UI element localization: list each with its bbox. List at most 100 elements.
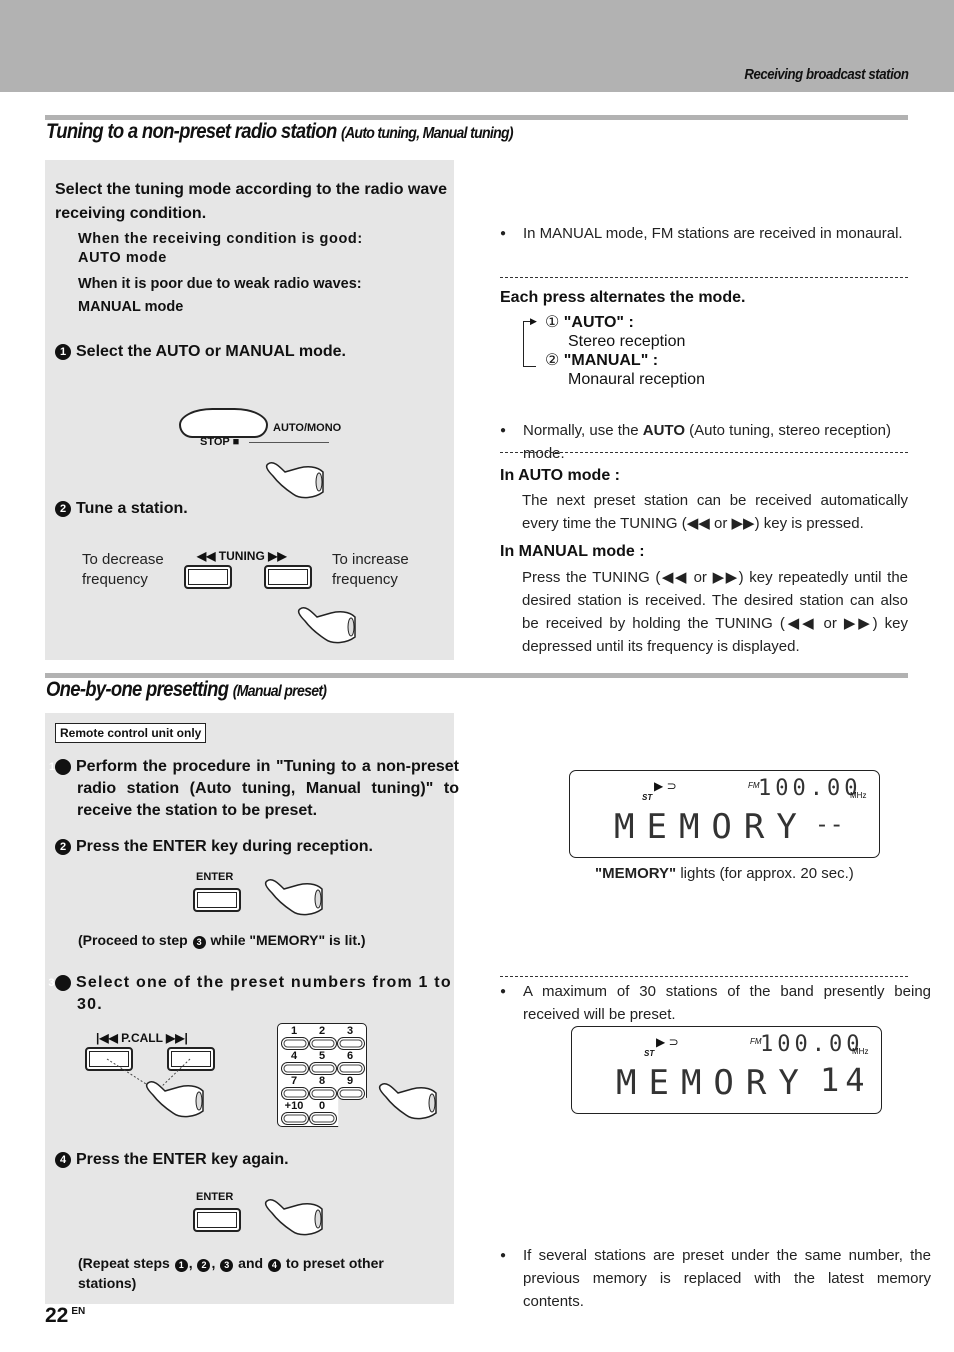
frequency-readout: 100.00 — [758, 776, 862, 801]
keypad-key[interactable]: 1 — [281, 1025, 309, 1050]
step-number-icon: 1 — [174, 1259, 188, 1272]
cycle-bracket — [523, 321, 536, 367]
mode-number: ② — [545, 352, 560, 369]
repeat-note: (Repeat steps 1, 2, 3 and 4 to preset ot… — [78, 1255, 384, 1291]
note-text: (Proceed to step — [78, 932, 192, 948]
title-subtitle: (Manual preset) — [232, 683, 327, 700]
lcd1-caption: "MEMORY" lights (for approx. 20 sec.) — [595, 865, 854, 882]
page-num-text: 22 — [45, 1304, 69, 1327]
keypad-key[interactable]: 9 — [337, 1075, 365, 1100]
key-button[interactable] — [309, 1087, 337, 1100]
key-label: 9 — [346, 1075, 354, 1087]
key-button[interactable] — [281, 1037, 309, 1050]
unit-label: MHz — [852, 1047, 869, 1056]
keypad-key[interactable]: 6 — [337, 1050, 365, 1075]
tuning-up-button[interactable] — [264, 565, 312, 589]
manual-mode-title: In MANUAL mode : — [500, 543, 645, 560]
lang-code: EN — [71, 1306, 86, 1317]
step-number-icon: 2 — [55, 501, 71, 517]
step2-heading: 2 Press the ENTER key during reception. — [55, 838, 373, 856]
key-button[interactable] — [309, 1112, 337, 1125]
keypad-key[interactable]: 2 — [309, 1025, 337, 1050]
caption-bold: "MEMORY" — [595, 865, 677, 882]
cond-poor-text: When it is poor due to weak radio waves: — [78, 276, 362, 292]
note-replace: If several stations are preset under the… — [500, 1244, 931, 1313]
stereo-indicator: ST — [644, 1049, 655, 1058]
note-text: Normally, use the — [523, 422, 643, 439]
step3-heading: 3 Select one of the preset numbers from 1… — [48, 972, 459, 1016]
caption-text: lights (for approx. 20 sec.) — [676, 865, 854, 882]
condition-good: When the receiving condition is good: AU… — [78, 230, 363, 268]
step1-heading: 1 Perform the procedure in "Tuning to a n… — [49, 756, 459, 822]
enter-label: ENTER — [196, 1191, 234, 1203]
pointing-hand-icon — [297, 606, 356, 644]
keypad-key[interactable]: 8 — [309, 1075, 337, 1100]
key-button[interactable] — [281, 1087, 309, 1100]
note-max-stations: A maximum of 30 stations of the band pre… — [500, 980, 931, 1026]
step1-text: Perform the procedure in "Tuning to a no… — [76, 758, 459, 819]
pointing-hand-icon — [265, 461, 324, 499]
unit-label: MHz — [850, 791, 867, 800]
key-button[interactable] — [337, 1062, 365, 1075]
keypad-key[interactable]: 5 — [309, 1050, 337, 1075]
frequency-readout: 100.00 — [760, 1032, 864, 1057]
keypad-key[interactable]: +10 — [281, 1100, 309, 1125]
step-number-icon: 3 — [48, 975, 71, 991]
key-button[interactable] — [281, 1062, 309, 1075]
auto-mode-text: The next preset station can be received … — [522, 492, 908, 532]
mode-desc: Stereo reception — [568, 333, 686, 350]
increase-label: To increase frequency — [332, 551, 409, 588]
mode-manual: ② "MANUAL" : Monaural reception — [545, 351, 705, 389]
instruction-box-tuning: Select the tuning mode according to the … — [45, 160, 454, 660]
note-text: (Repeat steps — [78, 1255, 174, 1271]
section-label: Receiving broadcast station — [744, 66, 910, 83]
mode-number: ① — [545, 314, 560, 331]
key-label: 5 — [318, 1050, 326, 1062]
keypad-key[interactable]: 4 — [281, 1050, 309, 1075]
mode-desc: Monaural reception — [568, 371, 705, 388]
step3-text: Select one of the preset numbers from 1 … — [76, 974, 452, 1013]
step-number-icon: 2 — [197, 1259, 211, 1272]
pointing-hand-icon — [264, 878, 323, 916]
enter-label: ENTER — [196, 871, 234, 883]
step-number-icon: 4 — [55, 1152, 71, 1168]
enter-button[interactable] — [193, 1208, 241, 1232]
key-button[interactable] — [281, 1112, 309, 1125]
key-label: 8 — [318, 1075, 326, 1087]
key-label: 7 — [290, 1075, 298, 1087]
key-button[interactable] — [309, 1037, 337, 1050]
keypad-key[interactable]: 0 — [309, 1100, 337, 1125]
section-title-presetting: One-by-one presetting (Manual preset) — [46, 678, 327, 702]
step1-text: Select the AUTO or MANUAL mode. — [76, 343, 346, 360]
key-label: 2 — [318, 1025, 326, 1037]
step-number-icon: 2 — [55, 839, 71, 855]
stop-auto-mono-button[interactable] — [179, 408, 268, 438]
step1-heading: 1 Select the AUTO or MANUAL mode. — [55, 343, 346, 361]
key-button[interactable] — [337, 1087, 365, 1100]
keypad-key[interactable]: 3 — [337, 1025, 365, 1050]
keypad-key[interactable]: 7 — [281, 1075, 309, 1100]
page-number: 22 EN — [45, 1304, 85, 1328]
key-label: 3 — [346, 1025, 354, 1037]
pointing-hand-icon — [145, 1080, 204, 1118]
title-text: Tuning to a non-preset radio station — [46, 120, 337, 143]
cycle-arrow-icon: ▶ — [530, 316, 537, 326]
key-button[interactable] — [309, 1062, 337, 1075]
play-icon: ▶ ⊃ — [654, 779, 677, 793]
note-bold: AUTO — [642, 422, 685, 439]
key-label: 6 — [346, 1050, 354, 1062]
key-label: 1 — [290, 1025, 298, 1037]
tuning-down-button[interactable] — [184, 565, 232, 589]
mode-name: "MANUAL" : — [563, 352, 659, 369]
step2-heading: 2 Tune a station. — [55, 500, 188, 518]
note-normally: Normally, use the AUTO (Auto tuning, ste… — [500, 419, 931, 465]
memory-indicator: MEMORY — [616, 1063, 811, 1103]
cond-poor-mode: MANUAL mode — [78, 299, 184, 315]
auto-mono-label: AUTO/MONO — [273, 422, 342, 434]
pointing-hand-icon — [264, 1198, 323, 1236]
mode-name: "AUTO" : — [563, 314, 634, 331]
step2-text: Press the ENTER key during reception. — [76, 838, 373, 855]
key-button[interactable] — [337, 1037, 365, 1050]
preset-number: - - — [818, 811, 841, 838]
enter-button[interactable] — [193, 888, 241, 912]
